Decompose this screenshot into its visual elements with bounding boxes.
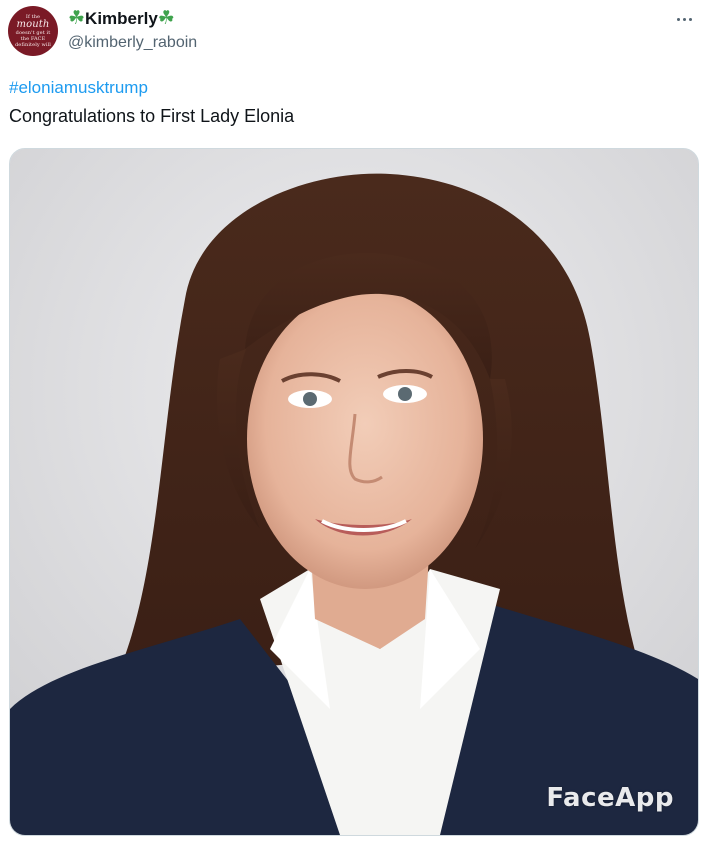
avatar-text-line: mouth bbox=[16, 19, 50, 30]
faceapp-watermark: FaceApp bbox=[546, 783, 674, 813]
author-handle[interactable]: @kimberly_raboin bbox=[68, 34, 197, 52]
avatar-text-line: definitely will bbox=[15, 42, 51, 48]
author-display-name[interactable]: ☘ Kimberly ☘ bbox=[68, 8, 175, 30]
tweet-text: Congratulations to First Lady Elonia bbox=[9, 106, 295, 126]
tweet: If the mouth doesn't get it the FACE def… bbox=[0, 0, 710, 845]
avatar[interactable]: If the mouth doesn't get it the FACE def… bbox=[8, 6, 58, 56]
author-name-text: Kimberly bbox=[85, 9, 158, 28]
more-options-icon[interactable] bbox=[672, 8, 696, 30]
hashtag-link[interactable]: #eloniamusktrump bbox=[9, 78, 148, 98]
four-leaf-clover-icon: ☘ bbox=[68, 8, 86, 29]
four-leaf-clover-icon: ☘ bbox=[157, 8, 175, 29]
tweet-media-photo[interactable]: FaceApp bbox=[9, 148, 699, 836]
portrait-photo bbox=[10, 149, 698, 835]
